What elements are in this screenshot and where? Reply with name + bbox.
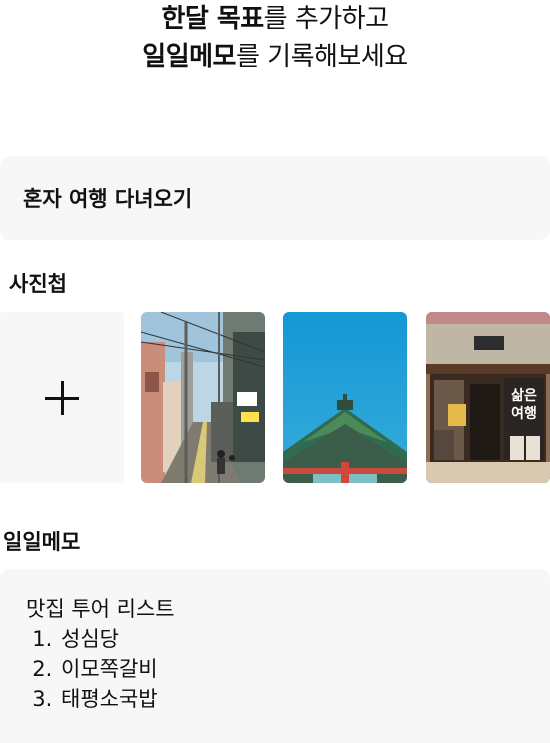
memo-item: 성심당 [59,624,550,654]
photo-street[interactable] [141,312,265,483]
goal-title: 혼자 여행 다녀오기 [23,187,193,211]
headline-rest-1: 를 추가하고 [263,4,389,34]
street-photo-image [141,312,265,483]
album-title: 사진첩 [9,272,67,296]
goal-card[interactable]: 혼자 여행 다녀오기 [0,156,550,240]
memo-card[interactable]: 맛집 투어 리스트 성심당 이모쪽갈비 태평소국밥 [0,569,550,743]
headline-line-1: 한달 목표를 추가하고 [0,0,550,38]
headline-rest-2: 를 기록해보세요 [235,42,408,72]
bookstore-photo-image: 삶은 여행 [426,312,550,483]
page-headline: 한달 목표를 추가하고 일일메모를 기록해보세요 [0,0,550,76]
photo-bookstore[interactable]: 삶은 여행 [426,312,550,483]
photo-album: 삶은 여행 [0,312,550,483]
memo-title: 일일메모 [3,530,81,554]
add-photo-button[interactable] [0,312,124,483]
memo-list: 성심당 이모쪽갈비 태평소국밥 [26,624,550,714]
roof-photo-image [283,312,407,483]
headline-bold-1: 한달 목표 [161,4,264,34]
headline-line-2: 일일메모를 기록해보세요 [0,38,550,76]
memo-heading: 맛집 투어 리스트 [26,597,175,621]
headline-bold-2: 일일메모 [142,42,236,72]
photo-roof[interactable] [283,312,407,483]
memo-item: 태평소국밥 [59,684,550,714]
svg-text:삶은: 삶은 [511,387,537,404]
svg-text:여행: 여행 [511,405,537,422]
memo-item: 이모쪽갈비 [59,654,550,684]
